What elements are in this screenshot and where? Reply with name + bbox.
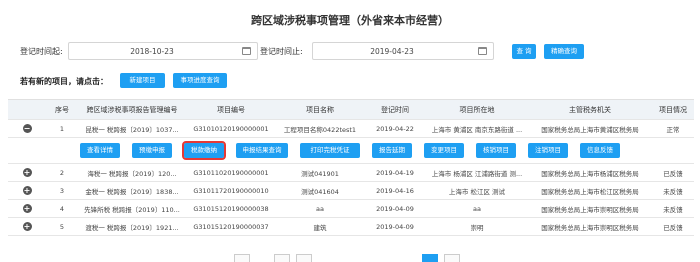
cell-reg-time: 2019-04-22 [376, 124, 414, 133]
cell-location: 上海市 杨浦区 江浦路街道 测... [431, 169, 523, 178]
query-button[interactable]: 查 询 [512, 44, 536, 59]
cell-project-no: G31010120190000001 [193, 124, 269, 133]
view-details-button[interactable]: 查看详情 [80, 143, 120, 158]
info-feedback-button[interactable]: 信息反馈 [580, 143, 620, 158]
expand-icon[interactable]: + [22, 168, 32, 177]
header-status: 项目情况 [659, 105, 687, 114]
calendar-icon[interactable] [242, 47, 251, 55]
cell-reg-time: 2019-04-19 [376, 168, 414, 177]
header-reg-time: 登记时间 [381, 105, 409, 114]
cell-report-no: 先锋所税 税跨报〔2019〕110... [84, 205, 180, 214]
page-button[interactable] [296, 254, 312, 262]
header-project-no: 项目编号 [217, 105, 245, 114]
progress-query-button[interactable]: 事项进度查询 [173, 73, 227, 88]
declaration-result-query-button[interactable]: 申报结果查询 [236, 143, 288, 158]
cell-location: 上海市 松江区 测试 [448, 187, 506, 196]
cell-project-name: 测试041604 [301, 187, 339, 196]
expand-icon[interactable]: + [22, 222, 32, 231]
cell-report-no: 渡税一 税跨报〔2019〕1921... [85, 223, 179, 232]
table-row[interactable]: − 1 昆税一 税跨报〔2019〕1037... G31010120190000… [8, 120, 694, 138]
collapse-icon[interactable]: − [22, 124, 32, 133]
cancel-project-button[interactable]: 注销项目 [528, 143, 568, 158]
project-table: 序号 跨区域涉税事项报告管理编号 项目编号 项目名称 登记时间 项目所在地 主管… [8, 99, 694, 236]
cell-project-name: 测试041901 [301, 169, 339, 178]
page-first-button[interactable] [234, 254, 250, 262]
from-date-input[interactable]: 2018-10-23 [68, 42, 258, 60]
cell-project-name: 工程项目名称0422test1 [283, 125, 357, 134]
page-prev-button[interactable] [274, 254, 290, 262]
prepay-declaration-button[interactable]: 预缴申报 [132, 143, 172, 158]
cell-report-no: 金税一 税跨报〔2019〕1838... [85, 187, 179, 196]
new-project-row: 若有新的项目，请点击： 新建项目 事项进度查询 [20, 73, 420, 89]
cell-status: 未反馈 [663, 187, 683, 196]
cell-location: aa [473, 204, 481, 213]
cell-location: 上海市 黄浦区 南京东路街道 ... [431, 125, 523, 134]
to-date-label: 登记时间止: [260, 47, 303, 56]
table-header: 序号 跨区域涉税事项报告管理编号 项目编号 项目名称 登记时间 项目所在地 主管… [8, 100, 694, 120]
expand-icon[interactable]: + [22, 186, 32, 195]
to-date-input[interactable]: 2019-04-23 [312, 42, 494, 60]
expand-icon[interactable]: + [22, 204, 32, 213]
new-project-button[interactable]: 新建项目 [120, 73, 165, 88]
header-authority: 主管税务机关 [569, 105, 611, 114]
cell-location: 崇明 [470, 223, 484, 232]
header-index: 序号 [55, 105, 69, 114]
header-report-no: 跨区域涉税事项报告管理编号 [86, 105, 178, 114]
cell-status: 正常 [666, 125, 680, 134]
header-project-name: 项目名称 [306, 105, 334, 114]
to-date-value: 2019-04-23 [370, 47, 414, 56]
calendar-icon[interactable] [478, 47, 487, 55]
page-title: 跨区域涉税事项管理（外省来本市经营） [251, 14, 449, 27]
cell-project-name: aa [316, 204, 324, 213]
cell-index: 1 [59, 124, 65, 133]
cell-index: 3 [59, 186, 65, 195]
cell-project-no: G31015120190000037 [193, 222, 269, 231]
tax-payment-button[interactable]: 税款缴纳 [182, 141, 226, 160]
header-toggle [8, 100, 46, 119]
cell-reg-time: 2019-04-09 [376, 222, 414, 231]
cell-project-no: G31015120190000038 [193, 204, 269, 213]
table-row[interactable]: + 2 海税一 税跨报〔2019〕120... G310110201900000… [8, 164, 694, 182]
header-location: 项目所在地 [459, 105, 495, 114]
report-extension-button[interactable]: 报告延期 [372, 143, 412, 158]
print-tax-certificate-button[interactable]: 打印完税凭证 [300, 143, 360, 158]
cell-authority: 国家税务总局上海市杨浦区税务局 [541, 169, 639, 178]
cell-authority: 国家税务总局上海市黄浦区税务局 [541, 125, 639, 134]
table-row[interactable]: + 4 先锋所税 税跨报〔2019〕110... G31015120190000… [8, 200, 694, 218]
page-next-button[interactable] [444, 254, 460, 262]
cell-status: 未反馈 [663, 205, 683, 214]
table-row[interactable]: + 5 渡税一 税跨报〔2019〕1921... G31015120190000… [8, 218, 694, 236]
date-filter-row: 登记时间起: 2018-10-23 登记时间止: 2019-04-23 查 询 … [20, 42, 700, 62]
from-date-value: 2018-10-23 [130, 47, 174, 56]
cell-project-name: 建筑 [313, 223, 327, 232]
cell-index: 2 [59, 168, 65, 177]
from-date-label: 登记时间起: [20, 47, 63, 56]
cell-status: 已反馈 [663, 169, 683, 178]
cell-status: 已反馈 [663, 223, 683, 232]
page-current-button[interactable] [422, 254, 438, 262]
verify-project-button[interactable]: 核销项目 [476, 143, 516, 158]
cell-report-no: 海税一 税跨报〔2019〕120... [87, 169, 177, 178]
new-project-prompt: 若有新的项目，请点击： [20, 77, 108, 86]
cell-project-no: G31011720190000010 [193, 186, 269, 195]
cell-project-no: G31011020190000001 [193, 168, 269, 177]
cell-authority: 国家税务总局上海市松江区税务局 [541, 187, 639, 196]
cell-authority: 国家税务总局上海市崇明区税务局 [541, 205, 639, 214]
row-actions: 查看详情 预缴申报 税款缴纳 申报结果查询 打印完税凭证 报告延期 变更项目 核… [8, 138, 694, 164]
cell-index: 5 [59, 222, 65, 231]
cell-reg-time: 2019-04-16 [376, 186, 414, 195]
table-row[interactable]: + 3 金税一 税跨报〔2019〕1838... G31011720190000… [8, 182, 694, 200]
cell-reg-time: 2019-04-09 [376, 204, 414, 213]
cell-index: 4 [59, 204, 65, 213]
cell-report-no: 昆税一 税跨报〔2019〕1037... [85, 125, 179, 134]
cell-authority: 国家税务总局上海市崇明区税务局 [541, 223, 639, 232]
precise-query-button[interactable]: 精确查询 [544, 44, 584, 59]
change-project-button[interactable]: 变更项目 [424, 143, 464, 158]
